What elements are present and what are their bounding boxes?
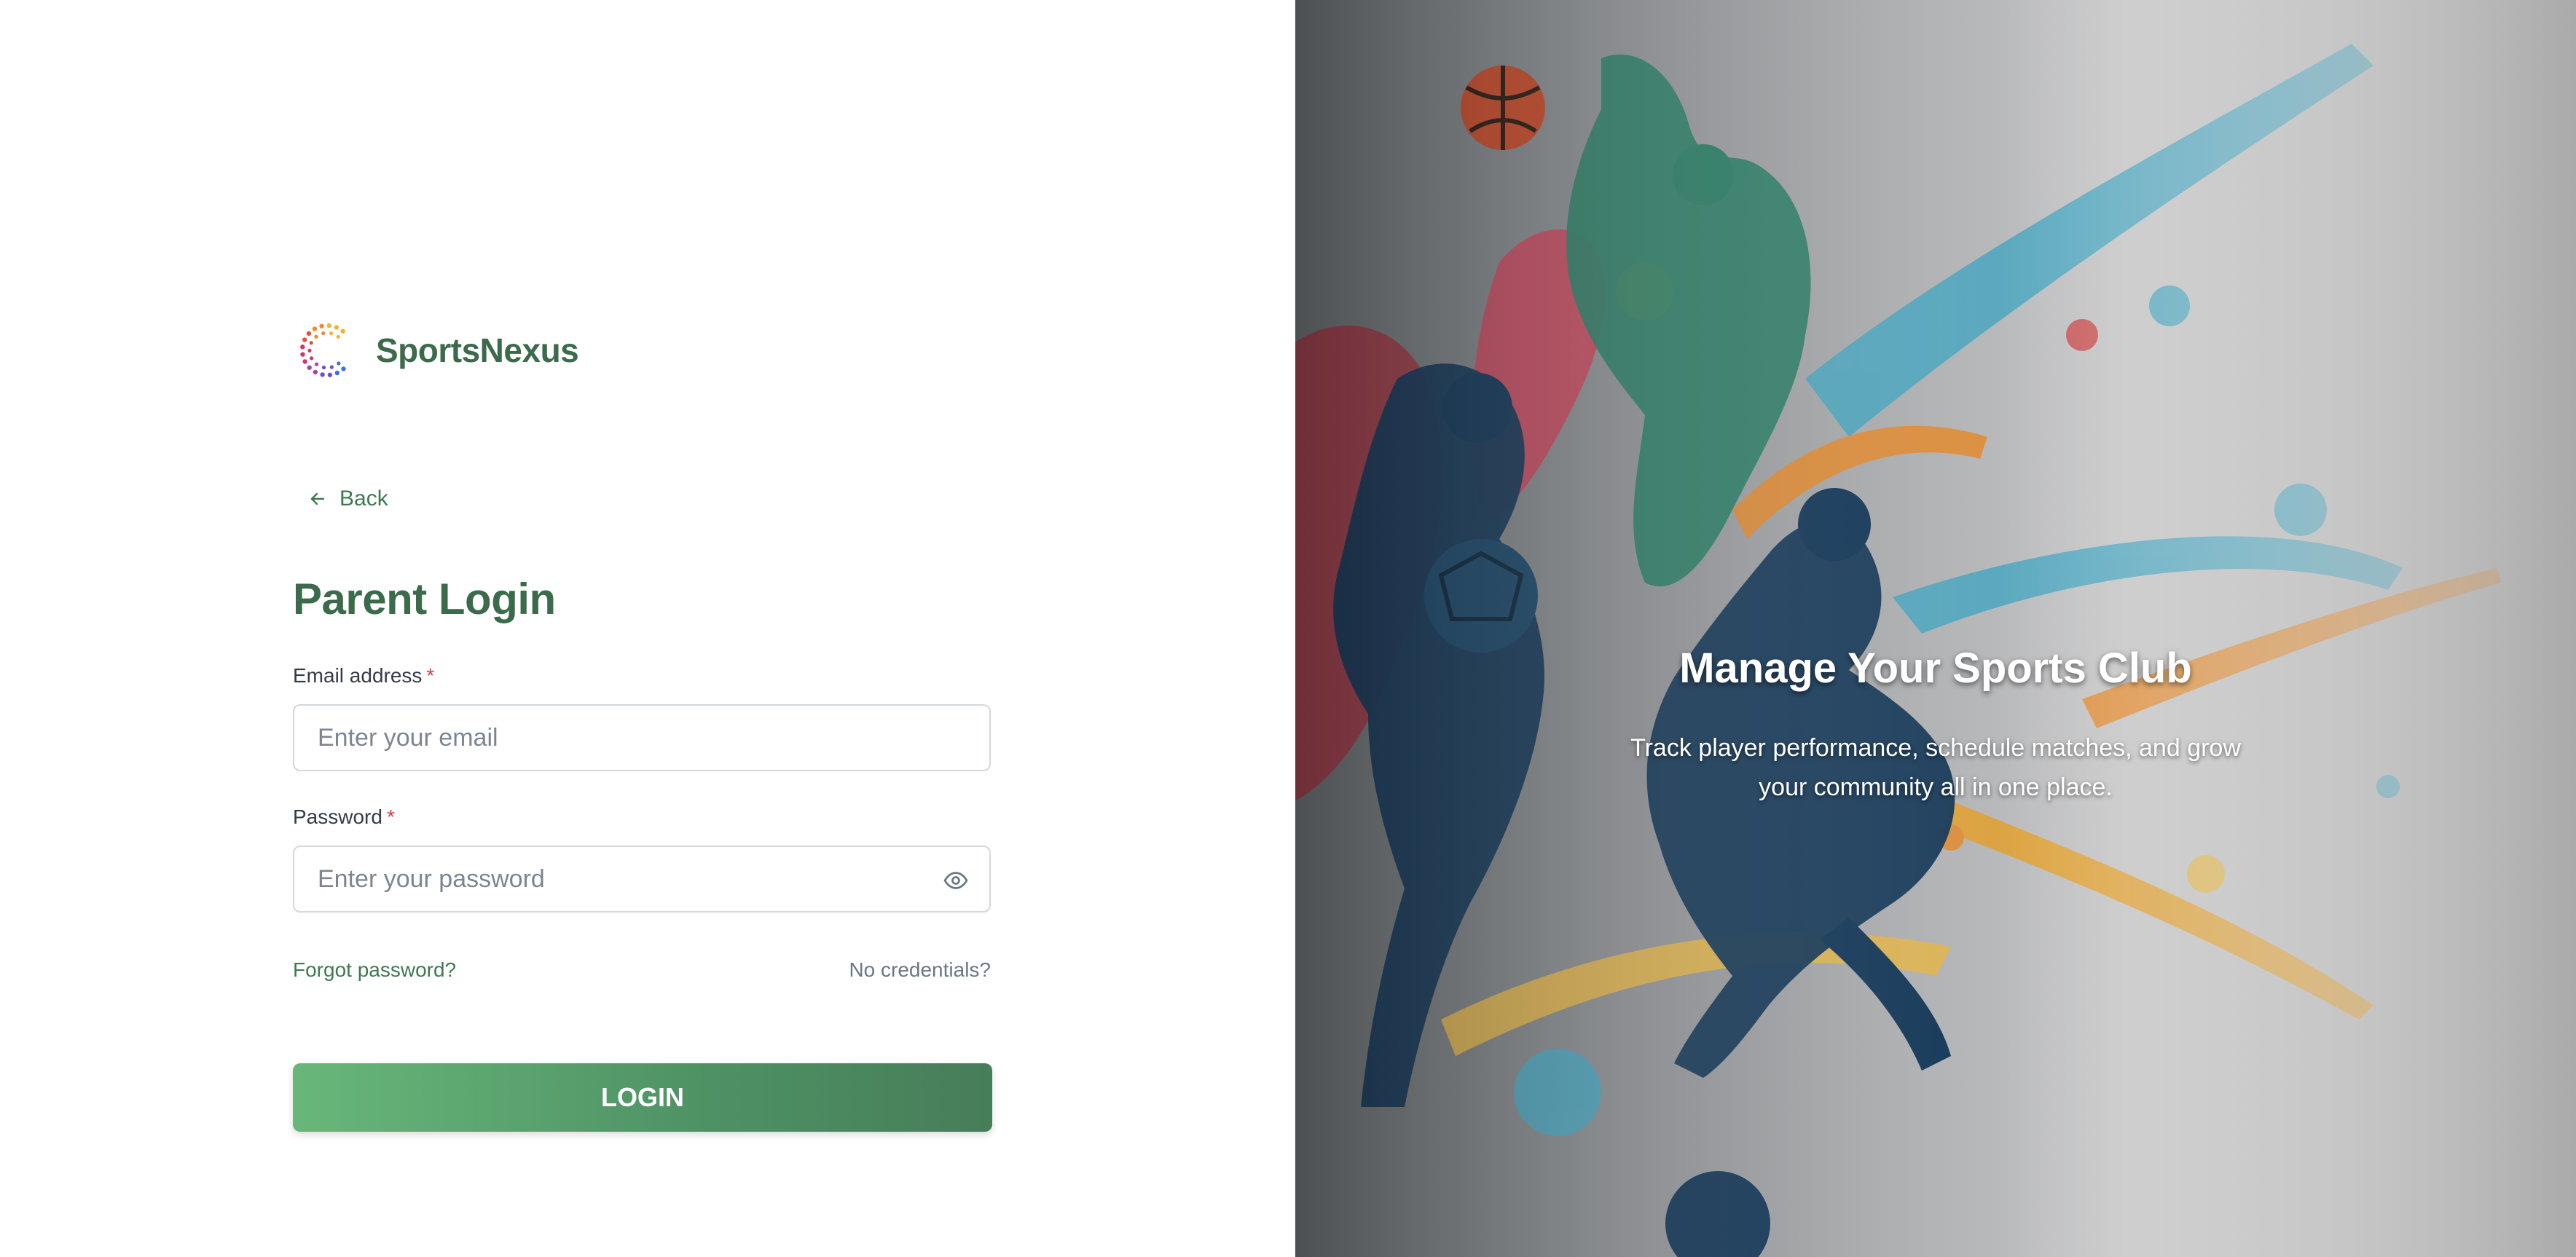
sports-illustration: [1295, 0, 2576, 1257]
arrow-left-icon: [310, 492, 325, 505]
email-field[interactable]: [294, 706, 989, 770]
password-label: Password *: [293, 805, 395, 829]
eye-icon[interactable]: [943, 867, 969, 894]
email-field-box: [293, 704, 991, 771]
back-link[interactable]: Back: [309, 486, 388, 511]
password-label-text: Password: [293, 805, 382, 828]
forgot-password-link[interactable]: Forgot password?: [293, 958, 456, 982]
email-label: Email address *: [293, 664, 434, 687]
login-panel: SportsNexus Back Parent Login Email addr…: [0, 0, 1295, 1257]
email-label-text: Email address: [293, 664, 423, 687]
brand-logo-icon: [300, 323, 346, 377]
password-required-mark: *: [386, 805, 395, 828]
password-field[interactable]: [294, 847, 989, 911]
no-credentials-link[interactable]: No credentials?: [849, 958, 991, 982]
password-field-box: [293, 846, 991, 913]
login-page: SportsNexus Back Parent Login Email addr…: [0, 0, 2576, 1257]
back-label: Back: [339, 486, 388, 511]
hero-title: Manage Your Sports Club: [1679, 645, 2192, 692]
login-button[interactable]: LOGIN: [293, 1063, 992, 1132]
hero-panel: Manage Your Sports Club Track player per…: [1295, 0, 2576, 1257]
brand-name: SportsNexus: [376, 331, 579, 369]
page-title: Parent Login: [293, 575, 556, 623]
brand[interactable]: SportsNexus: [297, 320, 579, 380]
email-required-mark: *: [426, 664, 435, 687]
hero-subtitle: Track player performance, schedule match…: [1630, 734, 2241, 801]
